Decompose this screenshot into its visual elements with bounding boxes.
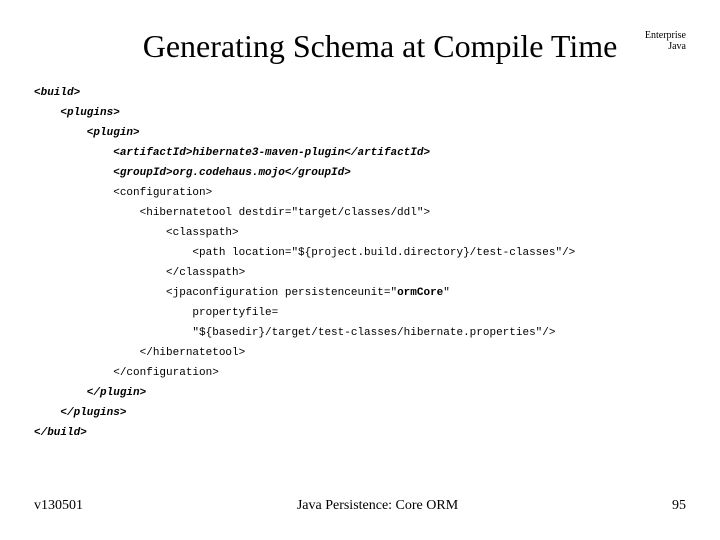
code-line: </plugin> (34, 387, 146, 399)
page-title: Generating Schema at Compile Time (34, 28, 686, 65)
code-line: </classpath> (34, 267, 245, 279)
code-line: </artifactId> (344, 147, 430, 159)
footer-version: v130501 (34, 498, 83, 514)
code-line: <build> (34, 87, 80, 99)
code-line: </configuration> (34, 367, 219, 379)
code-line: </hibernatetool> (34, 347, 245, 359)
code-line: org.codehaus.mojo (173, 167, 285, 179)
footer-center: Java Persistence: Core ORM (297, 498, 458, 514)
slide: Generating Schema at Compile Time Enterp… (0, 0, 720, 540)
code-line: <configuration> (34, 187, 212, 199)
code-line: "${basedir}/target/test-classes/hibernat… (34, 327, 556, 339)
corner-line-2: Java (668, 41, 686, 52)
code-block: <build> <plugins> <plugin> <artifactId>h… (34, 83, 686, 443)
code-line: </plugins> (34, 407, 126, 419)
code-line: <classpath> (34, 227, 239, 239)
code-line: <hibernatetool destdir="target/classes/d… (34, 207, 430, 219)
code-line: </build> (34, 427, 87, 439)
footer-page: 95 (672, 498, 686, 514)
corner-line-1: Enterprise (645, 30, 686, 41)
code-line: </groupId> (285, 167, 351, 179)
code-line: <plugins> (34, 107, 120, 119)
code-line: <plugin> (34, 127, 140, 139)
code-line: propertyfile= (34, 307, 278, 319)
code-line: " (443, 287, 450, 299)
code-line: hibernate3-maven-plugin (192, 147, 344, 159)
footer: v130501 Java Persistence: Core ORM 95 (34, 498, 686, 514)
code-line: <jpaconfiguration persistenceunit=" (34, 287, 397, 299)
title-row: Generating Schema at Compile Time Enterp… (34, 28, 686, 65)
code-line: <path location="${project.build.director… (34, 247, 575, 259)
code-line: <groupId> (34, 167, 173, 179)
corner-label: Enterprise Java (645, 30, 686, 52)
code-line: <artifactId> (34, 147, 192, 159)
code-line: ormCore (397, 287, 443, 299)
